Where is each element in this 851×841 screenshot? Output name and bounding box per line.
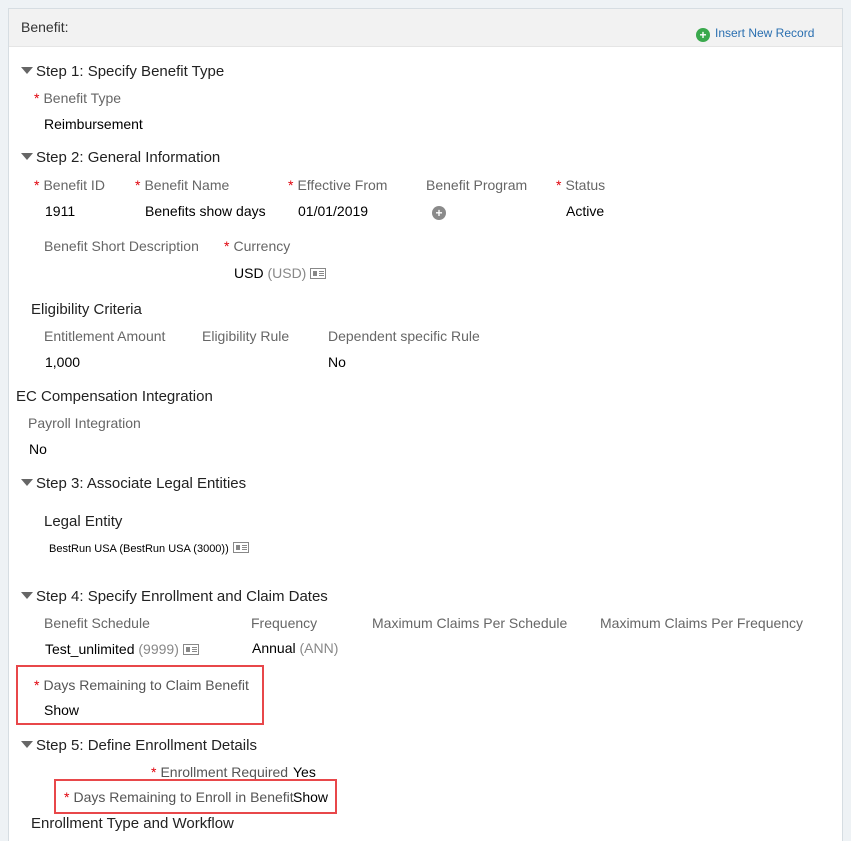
benefit-type-label: * Benefit Type <box>34 90 121 106</box>
frequency-value: Annual (ANN) <box>252 640 338 656</box>
effective-from-label-text: Effective From <box>297 177 388 193</box>
benefit-schedule-code: (9999) <box>138 641 179 657</box>
benefit-short-description-label: Benefit Short Description <box>44 238 199 254</box>
currency-value-text: USD <box>234 265 264 281</box>
legal-entity-value: BestRun USA (BestRun USA (3000)) <box>49 542 249 555</box>
frequency-code: (ANN) <box>299 640 339 656</box>
days-remaining-claim-value: Show <box>44 702 80 718</box>
days-remaining-enroll-value: Show <box>293 789 329 805</box>
currency-label-text: Currency <box>233 238 291 254</box>
required-asterisk: * <box>224 238 230 254</box>
details-card-icon[interactable] <box>310 268 327 279</box>
required-asterisk: * <box>556 177 562 193</box>
benefit-id-label: * Benefit ID <box>34 177 105 193</box>
max-claims-per-schedule-label: Maximum Claims Per Schedule <box>372 615 568 631</box>
step1-toggle[interactable]: Step 1: Specify Benefit Type <box>21 63 224 80</box>
collapse-triangle-icon <box>21 741 33 748</box>
enrollment-required-value: Yes <box>293 764 316 780</box>
step3-toggle[interactable]: Step 3: Associate Legal Entities <box>21 475 246 492</box>
collapse-triangle-icon <box>21 153 33 160</box>
benefit-schedule-label: Benefit Schedule <box>44 615 150 631</box>
ec-compensation-title: EC Compensation Integration <box>16 388 213 405</box>
payroll-integration-value: No <box>29 441 47 457</box>
required-asterisk: * <box>64 789 70 805</box>
days-remaining-enroll-label-text: Days Remaining to Enroll in Benefit <box>73 789 294 805</box>
days-remaining-claim-label-text: Days Remaining to Claim Benefit <box>43 677 249 693</box>
enrollment-required-label: * Enrollment Required <box>151 764 288 780</box>
eligibility-criteria-title: Eligibility Criteria <box>31 301 142 318</box>
step2-toggle[interactable]: Step 2: General Information <box>21 149 220 166</box>
collapse-triangle-icon <box>21 67 33 74</box>
details-card-icon[interactable] <box>232 542 249 553</box>
required-asterisk: * <box>288 177 294 193</box>
collapse-triangle-icon <box>21 592 33 599</box>
step4-toggle[interactable]: Step 4: Specify Enrollment and Claim Dat… <box>21 588 328 605</box>
frequency-label: Frequency <box>251 615 318 631</box>
required-asterisk: * <box>151 764 157 780</box>
required-asterisk: * <box>34 177 40 193</box>
legal-entity-title: Legal Entity <box>44 513 123 530</box>
enrollment-required-label-text: Enrollment Required <box>160 764 289 780</box>
step5-title: Step 5: Define Enrollment Details <box>36 737 257 754</box>
payroll-integration-label: Payroll Integration <box>28 415 141 431</box>
add-benefit-program-button[interactable]: + <box>432 204 446 220</box>
benefit-name-value: Benefits show days <box>145 203 266 219</box>
days-remaining-enroll-label: * Days Remaining to Enroll in Benefit <box>64 789 294 805</box>
max-claims-per-frequency-label: Maximum Claims Per Frequency <box>600 615 804 631</box>
benefit-type-value: Reimbursement <box>44 116 143 132</box>
effective-from-label: * Effective From <box>288 177 387 193</box>
frequency-value-text: Annual <box>252 640 296 656</box>
step1-title: Step 1: Specify Benefit Type <box>36 63 225 80</box>
currency-code: (USD) <box>267 265 307 281</box>
required-asterisk: * <box>34 90 40 106</box>
benefit-program-label: Benefit Program <box>426 177 528 193</box>
benefit-name-label: * Benefit Name <box>135 177 229 193</box>
status-label-text: Status <box>565 177 606 193</box>
benefit-name-label-text: Benefit Name <box>144 177 230 193</box>
collapse-triangle-icon <box>21 479 33 486</box>
panel-title: Benefit: <box>21 19 69 35</box>
currency-value: USD (USD) <box>234 265 327 281</box>
benefit-schedule-value: Test_unlimited (9999) <box>45 641 199 657</box>
step4-title: Step 4: Specify Enrollment and Claim Dat… <box>36 588 328 605</box>
dependent-specific-rule-value: No <box>328 354 346 370</box>
legal-entity-value-text: BestRun USA (BestRun USA (3000)) <box>49 543 229 555</box>
dependent-specific-rule-label: Dependent specific Rule <box>328 328 480 344</box>
plus-circle-icon: + <box>432 206 446 220</box>
required-asterisk: * <box>34 677 40 693</box>
benefit-id-value: 1911 <box>45 203 76 219</box>
benefit-id-label-text: Benefit ID <box>43 177 105 193</box>
step2-title: Step 2: General Information <box>36 149 221 166</box>
eligibility-rule-label: Eligibility Rule <box>202 328 290 344</box>
entitlement-amount-label: Entitlement Amount <box>44 328 166 344</box>
benefit-schedule-value-text: Test_unlimited <box>45 641 135 657</box>
enrollment-type-workflow-title: Enrollment Type and Workflow <box>31 815 234 832</box>
add-icon: + <box>696 28 710 42</box>
step5-toggle[interactable]: Step 5: Define Enrollment Details <box>21 737 257 754</box>
insert-new-record-link[interactable]: + Insert New Record <box>696 24 814 42</box>
details-card-icon[interactable] <box>182 644 199 655</box>
required-asterisk: * <box>135 177 141 193</box>
step3-title: Step 3: Associate Legal Entities <box>36 475 247 492</box>
days-remaining-claim-label: * Days Remaining to Claim Benefit <box>34 677 249 693</box>
entitlement-amount-value: 1,000 <box>45 354 81 370</box>
benefit-type-label-text: Benefit Type <box>43 90 122 106</box>
currency-label: * Currency <box>224 238 290 254</box>
status-label: * Status <box>556 177 605 193</box>
status-value: Active <box>566 203 605 219</box>
effective-from-value: 01/01/2019 <box>298 203 369 219</box>
insert-new-record-label: Insert New Record <box>715 26 815 40</box>
